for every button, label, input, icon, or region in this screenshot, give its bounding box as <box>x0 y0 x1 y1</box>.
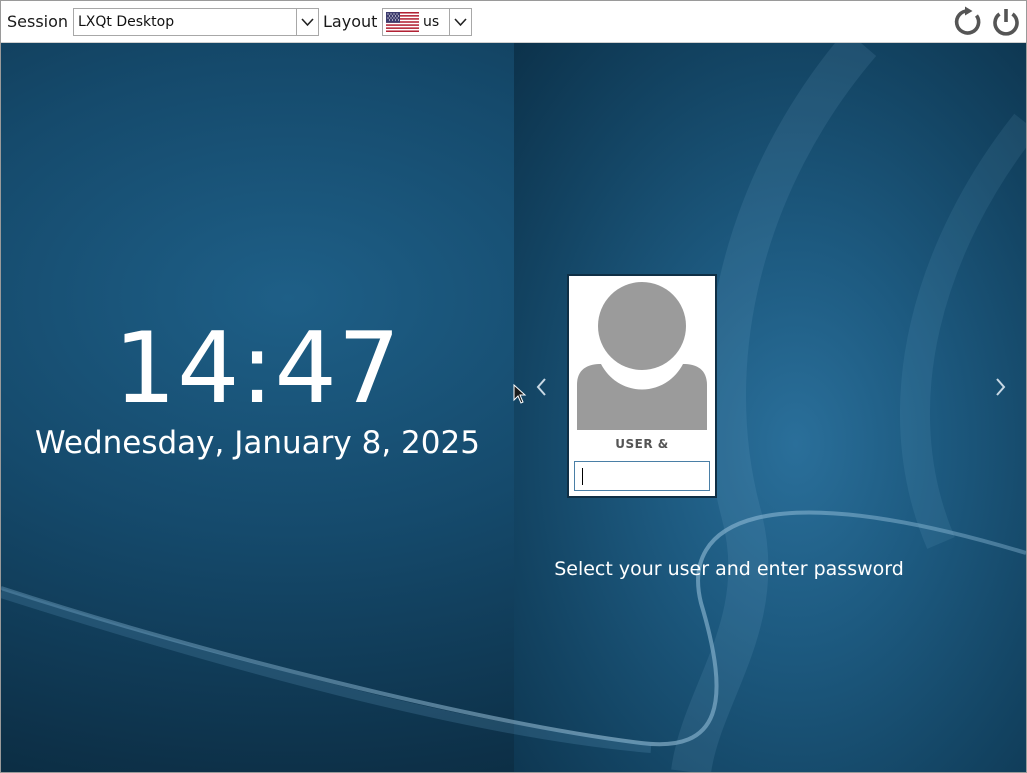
mouse-pointer-icon <box>513 384 527 404</box>
layout-select[interactable]: us <box>382 8 472 36</box>
restart-icon[interactable] <box>952 6 984 38</box>
chevron-right-icon[interactable] <box>990 375 1010 399</box>
clock-date: Wednesday, January 8, 2025 <box>35 425 480 461</box>
user-avatar-icon <box>577 282 707 430</box>
clock-time: 14:47 <box>113 312 402 426</box>
chevron-down-icon[interactable] <box>296 9 318 35</box>
layout-label: Layout <box>323 12 378 31</box>
session-select-value: LXQt Desktop <box>78 14 175 30</box>
us-flag-icon <box>386 12 419 32</box>
text-caret <box>582 468 583 485</box>
chevron-left-icon[interactable] <box>532 375 552 399</box>
password-field[interactable] <box>574 461 710 491</box>
chevron-down-icon[interactable] <box>449 9 471 35</box>
top-toolbar: Session LXQt Desktop Layout us <box>1 1 1026 43</box>
layout-select-value: us <box>423 14 440 30</box>
user-name: USER & <box>615 437 669 451</box>
login-screen: Session LXQt Desktop Layout us 14:47 Wed… <box>0 0 1027 773</box>
power-icon[interactable] <box>990 6 1022 38</box>
session-label: Session <box>7 12 69 31</box>
login-hint: Select your user and enter password <box>554 558 904 580</box>
user-card[interactable]: USER & <box>567 274 717 498</box>
session-select[interactable]: LXQt Desktop <box>73 8 319 36</box>
